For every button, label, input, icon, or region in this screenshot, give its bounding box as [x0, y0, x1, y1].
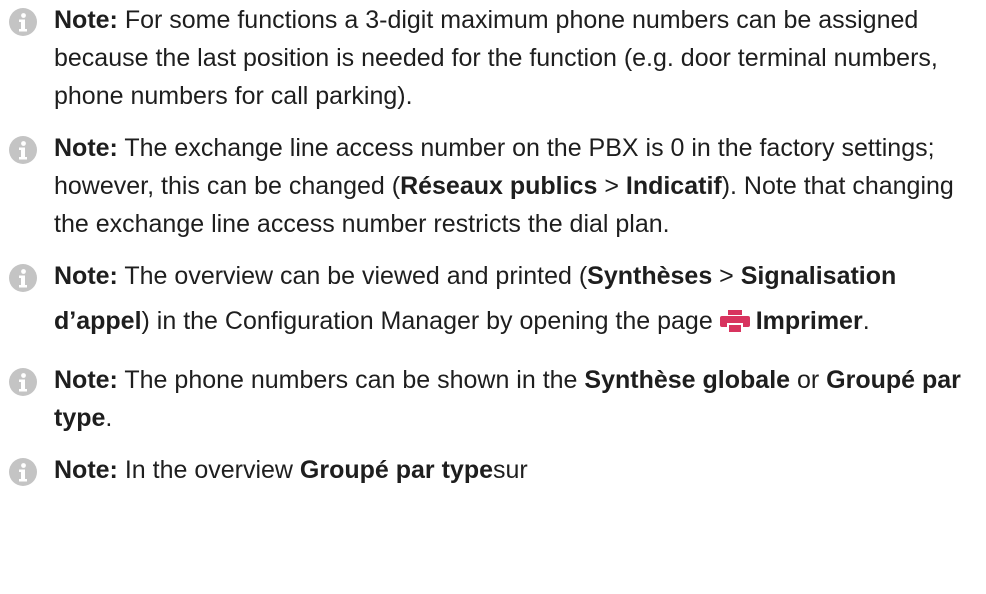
print-label: Imprimer	[755, 307, 863, 335]
menu-path-separator: >	[597, 172, 626, 200]
note-body: The phone numbers can be shown in the	[117, 366, 585, 394]
note-body: .	[105, 404, 113, 432]
note-body: or	[790, 366, 827, 394]
printer-icon	[719, 310, 750, 332]
info-icon	[9, 264, 37, 292]
note-label: Note:	[54, 456, 118, 484]
note-item: Note: The phone numbers can be shown in …	[0, 361, 986, 437]
info-icon	[9, 136, 37, 164]
note-item: Note: For some functions a 3-digit maxim…	[0, 1, 986, 115]
note-body: The overview can be viewed and printed (	[117, 262, 588, 290]
note-text: Note: The exchange line access number on…	[54, 129, 986, 243]
menu-path-reseaux-publics: Réseaux publics	[400, 172, 598, 200]
note-label: Note:	[54, 262, 118, 290]
view-synthese-globale: Synthèse globale	[584, 366, 791, 394]
note-body: For some functions a 3-digit maximum pho…	[54, 6, 938, 110]
note-label: Note:	[54, 366, 118, 394]
note-text: Note: For some functions a 3-digit maxim…	[54, 1, 986, 115]
menu-path-indicatif: Indicatif	[625, 172, 722, 200]
note-text: Note: The overview can be viewed and pri…	[54, 257, 986, 347]
menu-path-separator: >	[712, 262, 741, 290]
note-text: Note: The phone numbers can be shown in …	[54, 361, 986, 437]
info-icon	[9, 458, 37, 486]
note-body: sur	[493, 456, 528, 484]
note-item: Note: The overview can be viewed and pri…	[0, 257, 986, 347]
view-groupe-par-type: Groupé par type	[299, 456, 494, 484]
note-label: Note:	[54, 134, 118, 162]
note-item: Note: In the overview Groupé par typesur	[0, 451, 986, 489]
info-icon	[9, 8, 37, 36]
note-body: In the overview	[117, 456, 300, 484]
info-icon	[9, 368, 37, 396]
note-label: Note:	[54, 6, 118, 34]
note-body: .	[862, 307, 870, 335]
note-item: Note: The exchange line access number on…	[0, 129, 986, 243]
note-text: Note: In the overview Groupé par typesur	[54, 451, 986, 489]
notes-list: Note: For some functions a 3-digit maxim…	[0, 0, 986, 503]
menu-path-syntheses: Synthèses	[587, 262, 713, 290]
note-body: ) in the Configuration Manager by openin…	[141, 307, 720, 335]
